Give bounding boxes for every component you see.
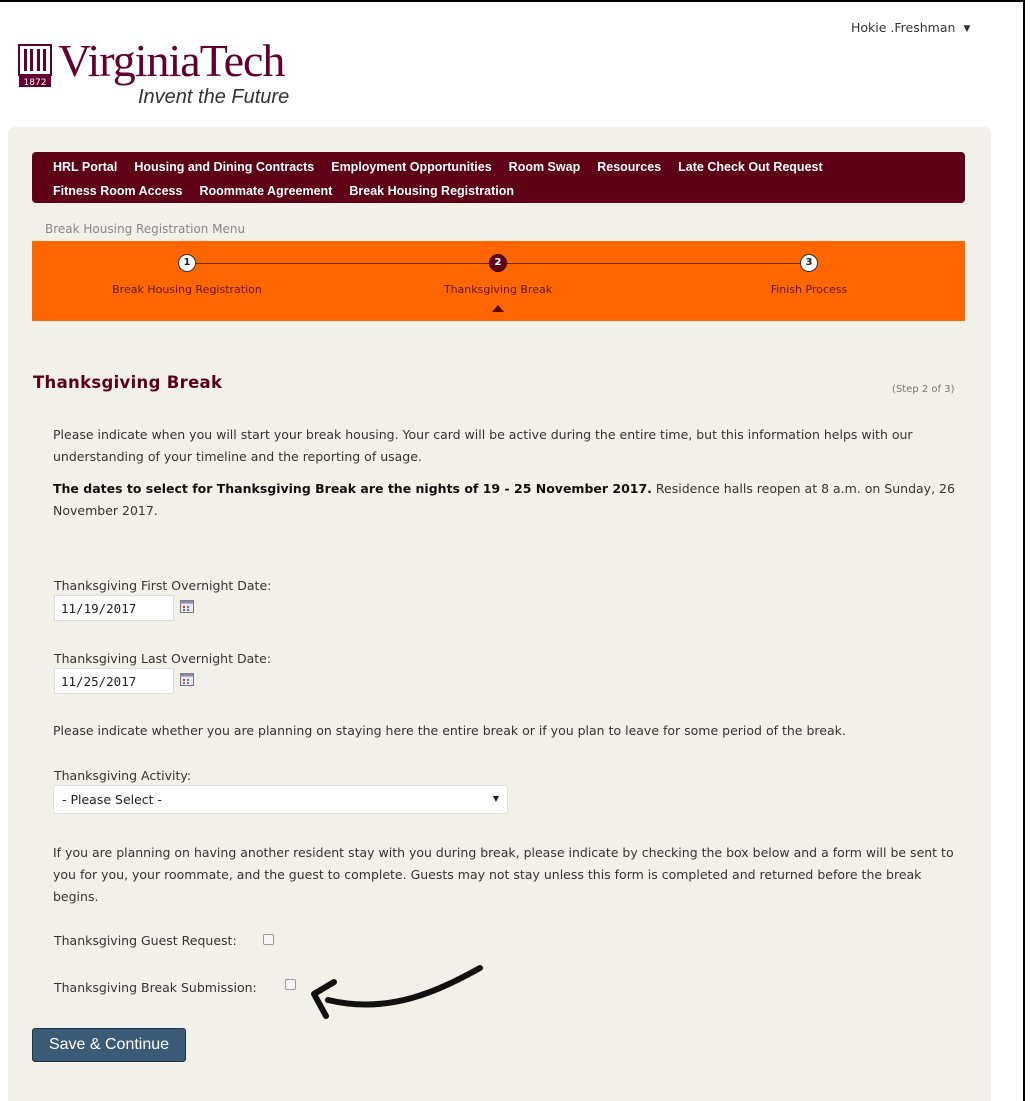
activity-label: Thanksgiving Activity: (54, 768, 192, 783)
caret-down-icon: ▼ (963, 24, 971, 34)
nav-item-employment-opportunities[interactable]: Employment Opportunities (331, 158, 491, 176)
nav-row-2: Fitness Room Access Roommate Agreement Bre… (53, 180, 965, 204)
guest-info: If you are planning on having another re… (53, 845, 954, 904)
nav-row-1: HRL Portal Housing and Dining Contracts Em… (53, 156, 965, 180)
progress-stepper: 1 Break Housing Registration 2 Thanksgiv… (32, 241, 965, 321)
virginia-tech-logo[interactable]: 1872 VirginiaTech Invent the Future (18, 35, 318, 112)
step-3-circle[interactable]: 3 (800, 254, 818, 272)
logo-wordmark: VirginiaTech (58, 35, 285, 86)
nav-item-room-swap[interactable]: Room Swap (509, 158, 581, 176)
calendar-icon[interactable] (180, 599, 194, 613)
page-title: Thanksgiving Break (33, 373, 223, 392)
step-connector-2 (497, 263, 809, 264)
nav-item-housing-dining-contracts[interactable]: Housing and Dining Contracts (134, 158, 314, 176)
first-date-label: Thanksgiving First Overnight Date: (54, 578, 272, 593)
dropdown-arrow-icon: ▼ (492, 794, 499, 803)
user-menu[interactable]: Hokie .Freshman ▼ (851, 20, 970, 35)
last-date-input[interactable] (54, 668, 174, 694)
submission-label: Thanksgiving Break Submission: (54, 980, 257, 995)
nav-item-hrl-portal[interactable]: HRL Portal (53, 158, 117, 176)
calendar-icon[interactable] (180, 672, 194, 686)
guest-request-label: Thanksgiving Guest Request: (54, 933, 237, 948)
nav-item-resources[interactable]: Resources (597, 158, 661, 176)
frame-top-border (0, 0, 1024, 2)
last-date-label: Thanksgiving Last Overnight Date: (54, 651, 272, 666)
step-1-label[interactable]: Break Housing Registration (77, 283, 297, 296)
first-date-input[interactable] (54, 595, 174, 621)
activity-select[interactable]: - Please Select - ▼ (53, 785, 508, 814)
intro-text: Please indicate when you will start your… (53, 427, 913, 464)
university-seal-icon: 1872 (18, 44, 52, 88)
step-counter: (Step 2 of 3) (892, 384, 955, 395)
dates-info: The dates to select for Thanksgiving Bre… (53, 478, 963, 522)
logo-tagline: Invent the Future (138, 86, 290, 108)
step-connector-1 (187, 263, 497, 264)
nav-item-roommate-agreement[interactable]: Roommate Agreement (199, 182, 332, 200)
guest-request-checkbox[interactable] (263, 934, 274, 945)
stay-prompt: Please indicate whether you are planning… (53, 723, 846, 738)
nav-item-break-housing-registration[interactable]: Break Housing Registration (349, 182, 514, 200)
step-2-circle[interactable]: 2 (489, 254, 507, 272)
main-navigation: HRL Portal Housing and Dining Contracts Em… (32, 152, 965, 203)
step-3-label[interactable]: Finish Process (699, 283, 919, 296)
dates-info-bold: The dates to select for Thanksgiving Bre… (53, 481, 652, 496)
activity-selected-value: - Please Select - (62, 792, 163, 807)
current-step-pointer-icon (492, 305, 504, 312)
step-2-label[interactable]: Thanksgiving Break (388, 283, 608, 296)
pointer-arrow-icon (311, 965, 483, 1019)
user-name: Hokie .Freshman (851, 20, 956, 35)
menu-title: Break Housing Registration Menu (45, 222, 246, 236)
submission-checkbox[interactable] (285, 979, 296, 990)
nav-item-late-check-out-request[interactable]: Late Check Out Request (678, 158, 822, 176)
frame-right-border (1023, 0, 1025, 1101)
save-continue-button[interactable]: Save & Continue (32, 1028, 186, 1062)
nav-item-fitness-room-access[interactable]: Fitness Room Access (53, 182, 182, 200)
seal-year: 1872 (24, 78, 47, 88)
step-1-circle[interactable]: 1 (178, 254, 196, 272)
